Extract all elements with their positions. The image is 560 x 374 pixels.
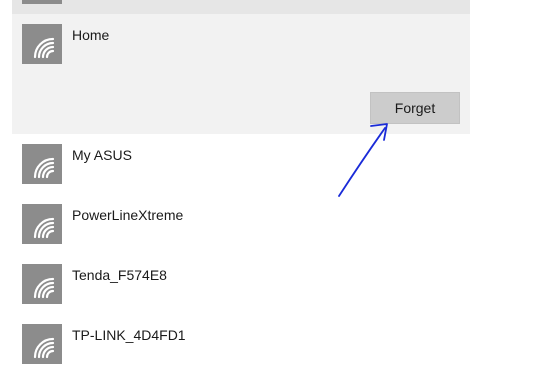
wifi-network-list: Home Forget My ASUS PowerLineXtreme Tend… [12,0,470,364]
wifi-icon [22,24,62,64]
network-item-home[interactable]: Home Forget [12,14,470,134]
wifi-icon [22,324,62,364]
wifi-icon [22,264,62,304]
wifi-icon [22,144,62,184]
network-item-tenda[interactable]: Tenda_F574E8 [12,254,470,314]
network-name: TP-LINK_4D4FD1 [72,327,186,343]
network-name: My ASUS [72,147,132,163]
network-item[interactable] [12,0,470,14]
network-item-powerlinextreme[interactable]: PowerLineXtreme [12,194,470,254]
network-name: Tenda_F574E8 [72,267,167,283]
network-item-my-asus[interactable]: My ASUS [12,134,470,194]
network-item-tp-link[interactable]: TP-LINK_4D4FD1 [12,314,470,374]
network-name: PowerLineXtreme [72,207,184,223]
wifi-icon [22,0,62,4]
network-name: Home [72,27,110,43]
forget-button[interactable]: Forget [370,92,460,124]
wifi-icon [22,204,62,244]
